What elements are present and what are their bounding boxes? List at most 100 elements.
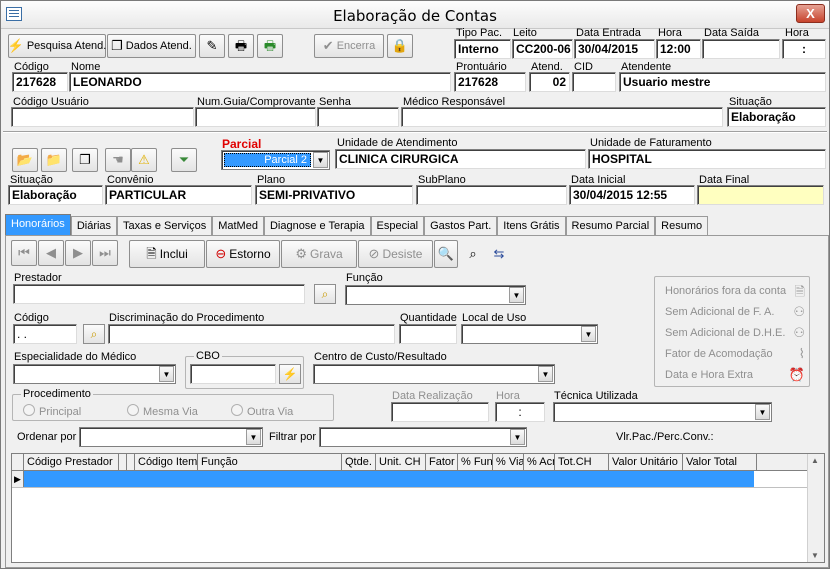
- col-codigo-item[interactable]: Código Item: [135, 454, 198, 471]
- tab-gastos-part[interactable]: Gastos Part.: [424, 216, 498, 237]
- tab-taxas-servicos[interactable]: Taxas e Serviços: [117, 216, 213, 237]
- col-valor-total[interactable]: Valor Total: [683, 454, 757, 471]
- disabled-action-button[interactable]: ☚: [105, 148, 131, 172]
- tab-resumo-parcial[interactable]: Resumo Parcial: [565, 216, 656, 237]
- transfer-button[interactable]: ⇆: [487, 240, 511, 268]
- last-record-button[interactable]: ⏭: [92, 240, 118, 266]
- col-perc-fun[interactable]: % Fun: [458, 454, 493, 471]
- option-data-hora-extra[interactable]: Data e Hora Extra ⏰: [665, 367, 805, 382]
- hora-entrada-field[interactable]: 12:00: [656, 39, 701, 59]
- option-sem-adicional-fa[interactable]: Sem Adicional de F. A. ⚇: [665, 304, 805, 319]
- chevron-down-icon[interactable]: ▼: [538, 366, 553, 382]
- unidade-atendimento-field[interactable]: CLINICA CIRURGICA: [335, 149, 586, 169]
- col-blank-2[interactable]: [127, 454, 135, 471]
- especialidade-select[interactable]: ▼: [13, 364, 176, 384]
- hora-saida-field[interactable]: :: [782, 39, 826, 59]
- scroll-up-icon[interactable]: ▲: [811, 456, 819, 465]
- hora-realizacao-field[interactable]: :: [495, 402, 545, 422]
- lock-button[interactable]: 🔒: [387, 34, 413, 58]
- filter-button[interactable]: ⏷: [171, 148, 197, 172]
- data-final-field[interactable]: [697, 185, 824, 205]
- grava-button[interactable]: ⚙ Grava: [281, 240, 357, 268]
- conta-situacao-field[interactable]: Elaboração: [8, 185, 103, 205]
- chevron-down-icon[interactable]: ▼: [159, 366, 174, 382]
- close-account-button[interactable]: ✔ Encerra: [314, 34, 384, 58]
- unidade-faturamento-field[interactable]: HOSPITAL: [588, 149, 826, 169]
- prontuario-field[interactable]: 217628: [454, 72, 526, 92]
- situacao-field[interactable]: Elaboração: [727, 107, 826, 127]
- open-folder-button[interactable]: 📂: [12, 148, 38, 172]
- col-valor-unitario[interactable]: Valor Unitário: [609, 454, 683, 471]
- discriminacao-field[interactable]: [108, 324, 395, 344]
- print-report-button[interactable]: 🖶: [257, 34, 283, 58]
- tab-diagnose-terapia[interactable]: Diagnose e Terapia: [263, 216, 371, 237]
- data-entrada-field[interactable]: 30/04/2015: [574, 39, 655, 59]
- parcial-select[interactable]: Parcial 2 ▼: [221, 150, 330, 170]
- local-uso-select[interactable]: ▼: [461, 324, 598, 344]
- radio-outra-via[interactable]: Outra Via: [231, 404, 293, 418]
- honorarios-grid[interactable]: Código Prestador Código Item Função Qtde…: [11, 453, 825, 563]
- copy-windows-button[interactable]: ❐: [72, 148, 98, 172]
- col-blank-1[interactable]: [119, 454, 127, 471]
- prestador-field[interactable]: [13, 284, 305, 304]
- col-tot-ch[interactable]: Tot.CH: [555, 454, 609, 471]
- col-fator[interactable]: Fator: [426, 454, 458, 471]
- tab-diarias[interactable]: Diárias: [70, 216, 118, 237]
- tab-matmed[interactable]: MatMed: [212, 216, 264, 237]
- search-attendance-button[interactable]: ⚡ Pesquisa Atend.: [8, 34, 106, 58]
- open-folder-alt-button[interactable]: 📁: [41, 148, 67, 172]
- funcao-select[interactable]: ▼: [345, 285, 526, 305]
- codigo-proc-field[interactable]: . .: [13, 324, 77, 344]
- codigo-usuario-field[interactable]: [11, 107, 194, 127]
- next-record-button[interactable]: ▶: [65, 240, 91, 266]
- chevron-down-icon[interactable]: ▼: [313, 152, 328, 168]
- atendente-field[interactable]: Usuario mestre: [619, 72, 826, 92]
- chevron-down-icon[interactable]: ▼: [246, 429, 261, 445]
- col-funcao[interactable]: Função: [198, 454, 342, 471]
- warning-button[interactable]: ⚠: [131, 148, 157, 172]
- data-realizacao-field[interactable]: [391, 402, 489, 422]
- tab-honorarios[interactable]: Honorários: [5, 214, 71, 237]
- chevron-down-icon[interactable]: ▼: [755, 404, 770, 420]
- nome-field[interactable]: LEONARDO: [69, 72, 451, 92]
- zoom-button[interactable]: 🔍: [434, 240, 458, 268]
- edit-document-button[interactable]: ✎: [199, 34, 225, 58]
- desiste-button[interactable]: ⊘ Desiste: [358, 240, 433, 268]
- cid-field[interactable]: [572, 72, 616, 92]
- prestador-lookup-button[interactable]: ⌕: [314, 284, 336, 304]
- scroll-down-icon[interactable]: ▼: [811, 551, 819, 560]
- radio-mesma-via[interactable]: Mesma Via: [127, 404, 198, 418]
- centro-custo-select[interactable]: ▼: [313, 364, 555, 384]
- radio-principal[interactable]: Principal: [23, 404, 81, 418]
- tecnica-select[interactable]: ▼: [553, 402, 772, 422]
- ordenar-select[interactable]: ▼: [79, 427, 263, 447]
- codigo-field[interactable]: 217628: [12, 72, 68, 92]
- quantidade-field[interactable]: [399, 324, 457, 344]
- subplano-field[interactable]: [416, 185, 567, 205]
- convenio-field[interactable]: PARTICULAR: [105, 185, 252, 205]
- table-row[interactable]: ▶: [12, 471, 824, 488]
- chevron-down-icon[interactable]: ▼: [510, 429, 525, 445]
- close-window-button[interactable]: X: [796, 4, 825, 23]
- tab-especial[interactable]: Especial: [370, 216, 425, 237]
- medico-field[interactable]: [401, 107, 723, 127]
- option-sem-adicional-dhe[interactable]: Sem Adicional de D.H.E. ⚇: [665, 325, 805, 340]
- data-inicial-field[interactable]: 30/04/2015 12:55: [569, 185, 695, 205]
- col-codigo-prestador[interactable]: Código Prestador: [24, 454, 119, 471]
- first-record-button[interactable]: ⏮: [11, 240, 37, 266]
- leito-field[interactable]: CC200-06: [512, 39, 573, 59]
- cbo-action-button[interactable]: ⚡: [279, 364, 301, 384]
- prev-record-button[interactable]: ◀: [38, 240, 64, 266]
- print-button[interactable]: 🖶: [228, 34, 254, 58]
- filtrar-select[interactable]: ▼: [319, 427, 527, 447]
- binoculars-button[interactable]: ⌕: [461, 240, 485, 268]
- tab-itens-gratis[interactable]: Itens Grátis: [497, 216, 566, 237]
- col-perc-acr[interactable]: % Acr: [524, 454, 555, 471]
- estorno-button[interactable]: ⊖ Estorno: [206, 240, 280, 268]
- data-saida-field[interactable]: [702, 39, 780, 59]
- chevron-down-icon[interactable]: ▼: [581, 326, 596, 342]
- tab-resumo[interactable]: Resumo: [655, 216, 709, 237]
- inclui-button[interactable]: 🗎 Inclui: [129, 240, 205, 268]
- grid-scrollbar[interactable]: ▲ ▼: [807, 454, 824, 562]
- cbo-field[interactable]: [190, 364, 276, 384]
